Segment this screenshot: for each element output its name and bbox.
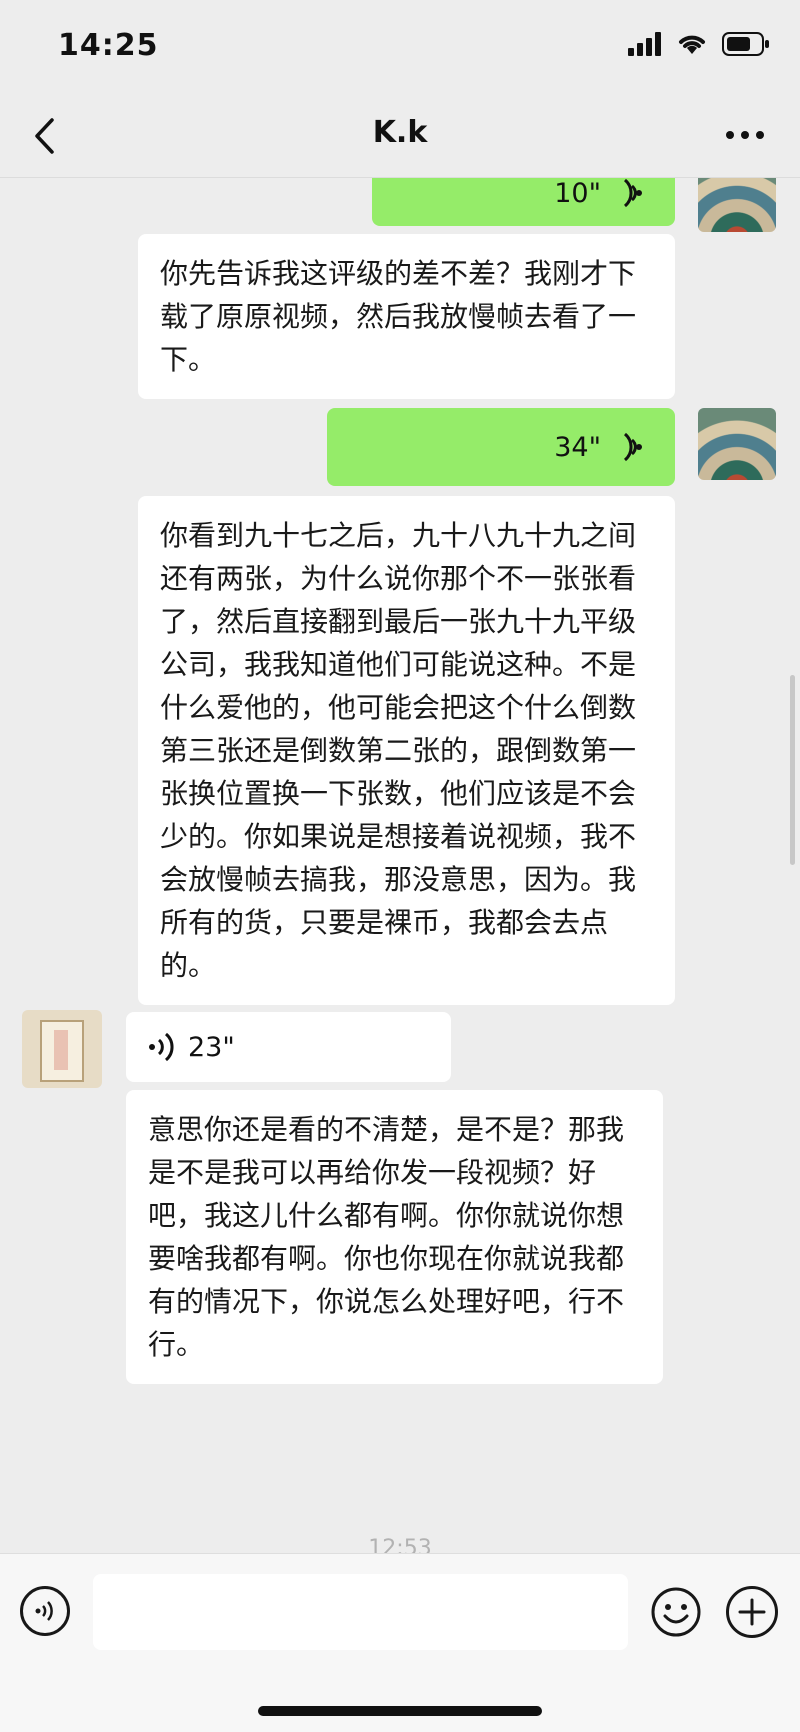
voice-duration: 34" (554, 431, 601, 463)
chat-title: K.k (372, 115, 428, 150)
voice-wave-icon (623, 178, 642, 208)
status-time: 14:25 (58, 28, 159, 63)
my-avatar[interactable] (698, 178, 776, 232)
my-avatar[interactable] (698, 408, 776, 480)
more-icon (726, 131, 764, 139)
message-text-bubble[interactable]: 意思你还是看的不清楚，是不是？那我是不是我可以再给你发一段视频？好吧，我这儿什么… (126, 1090, 663, 1384)
message-timestamp: 12:53 (368, 1536, 432, 1553)
voice-wave-icon (623, 432, 642, 462)
avatar-calligraphy-image (40, 1020, 84, 1082)
chat-message-list[interactable]: 10" 你先告诉我这评级的差不差？我刚才下载了原原视频，然后我放慢帧去看了一下。… (0, 178, 800, 1553)
more-functions-button[interactable] (726, 1586, 778, 1638)
scrollbar[interactable] (790, 675, 795, 865)
voice-wave-icon (149, 1032, 174, 1062)
more-button[interactable] (720, 117, 770, 153)
message-text: 意思你还是看的不清楚，是不是？那我是不是我可以再给你发一段视频？好吧，我这儿什么… (148, 1113, 625, 1361)
message-text-bubble[interactable]: 你先告诉我这评级的差不差？我刚才下载了原原视频，然后我放慢帧去看了一下。 (138, 234, 675, 399)
message-input[interactable] (93, 1574, 628, 1650)
incoming-voice-message[interactable]: 23" (126, 1012, 451, 1082)
outgoing-voice-message[interactable]: 10" (372, 178, 675, 226)
contact-avatar[interactable] (22, 1010, 102, 1088)
message-text-bubble[interactable]: 你看到九十七之后，九十八九十九之间还有两张，为什么说你那个不一张张看了，然后直接… (138, 496, 675, 1005)
plus-icon (738, 1598, 766, 1626)
voice-input-button[interactable] (20, 1586, 70, 1636)
voice-duration: 10" (554, 178, 601, 209)
emoji-icon (651, 1587, 701, 1637)
signal-icon (628, 32, 662, 60)
voice-duration: 23" (188, 1031, 235, 1063)
message-text: 你看到九十七之后，九十八九十九之间还有两张，为什么说你那个不一张张看了，然后直接… (160, 519, 637, 982)
status-icons (628, 32, 770, 60)
wifi-icon (676, 32, 708, 60)
battery-icon (722, 32, 770, 60)
home-indicator[interactable] (258, 1706, 542, 1716)
emoji-button[interactable] (650, 1586, 702, 1638)
status-bar: 14:25 (0, 0, 800, 95)
keyboard-voice-icon (35, 1601, 53, 1621)
outgoing-voice-message[interactable]: 34" (327, 408, 675, 486)
chat-header: K.k (0, 95, 800, 178)
message-text: 你先告诉我这评级的差不差？我刚才下载了原原视频，然后我放慢帧去看了一下。 (160, 257, 637, 376)
